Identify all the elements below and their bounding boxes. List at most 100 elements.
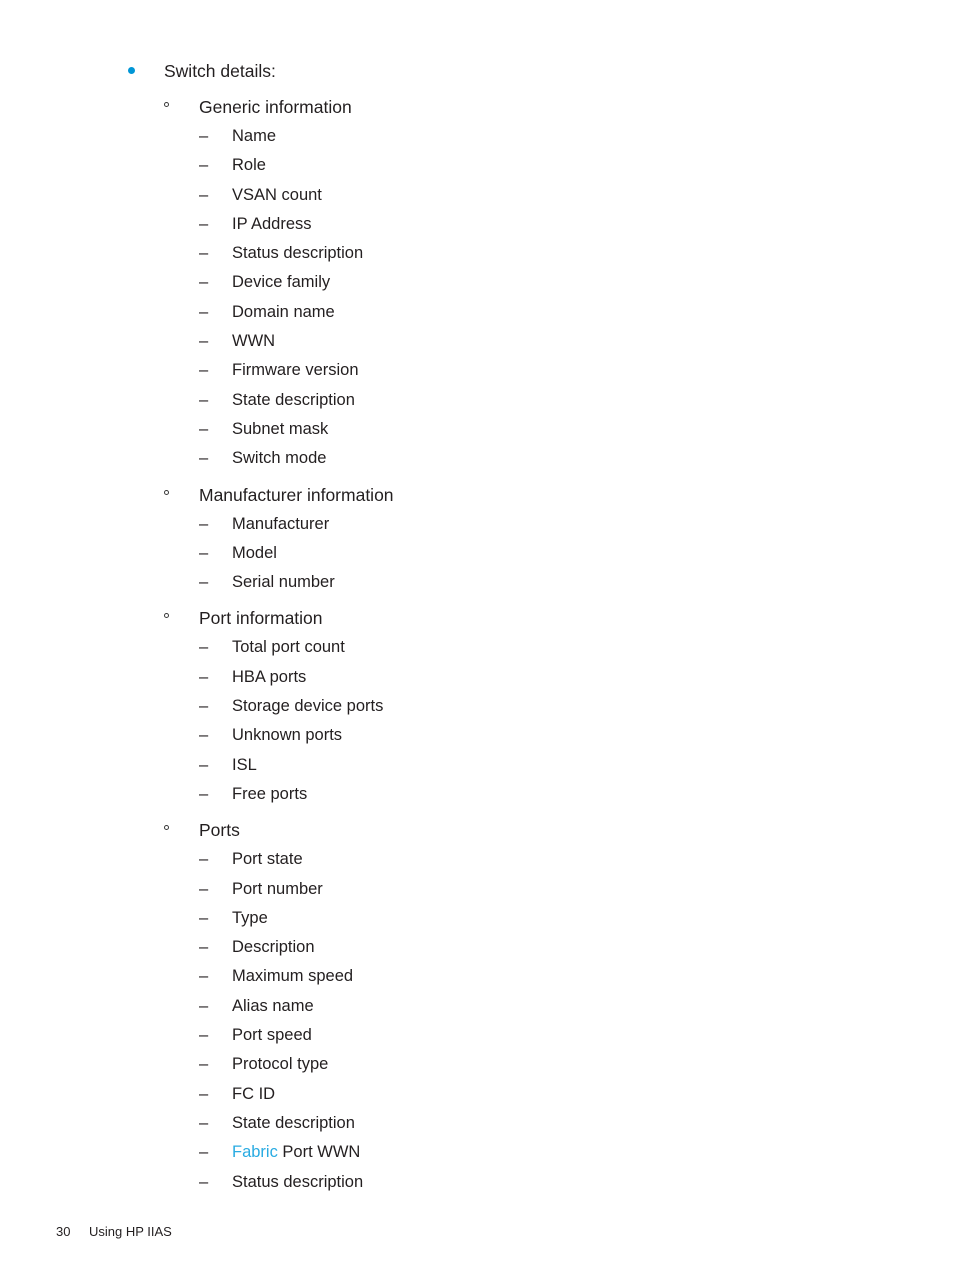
outline-list-item-label: Port number bbox=[232, 879, 323, 898]
outline-list-item-label: Maximum speed bbox=[232, 967, 354, 986]
outline-list-item: – Switch mode bbox=[0, 444, 954, 473]
outline-list-item-label: IP Address bbox=[232, 214, 312, 233]
outline-list-item: – ISL bbox=[0, 751, 954, 780]
outline-list-item-label: Subnet mask bbox=[232, 419, 329, 438]
outline-list-item-label: VSAN count bbox=[232, 185, 322, 204]
outline-list-item-label: Name bbox=[232, 127, 277, 145]
outline-list-item: – Port state bbox=[0, 845, 954, 874]
outline-section-heading-label: Ports bbox=[199, 820, 240, 841]
outline-list-item: – FC ID bbox=[0, 1080, 954, 1109]
outline-list-item-label: Port speed bbox=[232, 1026, 312, 1045]
outline-section-heading: Manufacturer information bbox=[0, 481, 954, 510]
outline-list-item-label: Serial number bbox=[232, 573, 335, 592]
outline-list-item-label: Domain name bbox=[232, 302, 335, 321]
outline-section-heading: Ports bbox=[0, 816, 954, 845]
en-dash-icon: – bbox=[199, 1026, 209, 1045]
en-dash-icon: – bbox=[199, 938, 209, 957]
outline-list-item-label: Free ports bbox=[232, 784, 308, 803]
en-dash-icon: – bbox=[199, 1172, 209, 1191]
outline-list-item: – Storage device ports bbox=[0, 692, 954, 721]
en-dash-icon: – bbox=[199, 419, 209, 438]
outline-list-item: – Model bbox=[0, 539, 954, 568]
outline-section-heading-label: Port information bbox=[199, 608, 323, 629]
en-dash-icon: – bbox=[199, 390, 209, 409]
page-footer: 30 Using HP IIAS bbox=[56, 1221, 172, 1243]
footer-chapter-title: Using HP IIAS bbox=[89, 1224, 172, 1239]
outline-list-item: – Serial number bbox=[0, 568, 954, 597]
outline-list-item: – Manufacturer bbox=[0, 510, 954, 539]
outline-list-item-label: Alias name bbox=[232, 996, 314, 1015]
outline-list-item: – HBA ports bbox=[0, 663, 954, 692]
en-dash-icon: – bbox=[199, 967, 209, 986]
en-dash-icon: – bbox=[199, 1143, 209, 1162]
outline-list-item-label: Type bbox=[232, 908, 268, 927]
outline-list-item-label-with-xref: Fabric Port WWN bbox=[232, 1138, 360, 1167]
outline-item-label: Switch details: bbox=[164, 61, 276, 81]
page-content: Switch details: Generic information – Name… bbox=[0, 0, 954, 1197]
outline-section-heading-label: Generic information bbox=[199, 97, 352, 117]
en-dash-icon: – bbox=[199, 214, 209, 233]
outline-list-item: – State description bbox=[0, 1109, 954, 1138]
en-dash-icon: – bbox=[199, 908, 209, 927]
footer-page-number: 30 bbox=[56, 1224, 71, 1239]
outline-item-switch-details: Switch details: bbox=[0, 56, 954, 86]
outline-list-item: – Subnet mask bbox=[0, 415, 954, 444]
outline-sections: Generic information – Name – Role – VSAN count… bbox=[0, 93, 954, 1197]
en-dash-icon: – bbox=[199, 1084, 209, 1103]
en-dash-icon: – bbox=[199, 273, 209, 292]
outline-list-item: – Role bbox=[0, 151, 954, 180]
outline-section-heading: Generic information bbox=[0, 93, 954, 122]
outline-section-heading-label: Manufacturer information bbox=[199, 484, 394, 505]
outline-list-item: – Device family bbox=[0, 268, 954, 297]
outline-list-item-label: Total port count bbox=[232, 638, 345, 657]
en-dash-icon: – bbox=[199, 244, 209, 263]
outline-list-item-label: HBA ports bbox=[232, 667, 307, 686]
en-dash-icon: – bbox=[199, 755, 209, 774]
cross-reference-link[interactable]: Fabric bbox=[232, 1143, 278, 1161]
outline-list-item: – Alias name bbox=[0, 992, 954, 1021]
en-dash-icon: – bbox=[199, 667, 209, 686]
outline-list-item-label: Storage device ports bbox=[232, 697, 384, 716]
outline-list-item: – Free ports bbox=[0, 780, 954, 809]
outline-list-item: – Fabric Port WWN bbox=[0, 1138, 954, 1167]
en-dash-icon: – bbox=[199, 850, 209, 869]
outline-list-item: – Unknown ports bbox=[0, 721, 954, 750]
outline-list-item: – Maximum speed bbox=[0, 962, 954, 991]
outline-list-item: – Port speed bbox=[0, 1021, 954, 1050]
outline-list-item-label: Role bbox=[232, 156, 266, 175]
outline-list-item-label-rest: Port WWN bbox=[277, 1143, 361, 1162]
outline-list-item: – Status description bbox=[0, 1168, 954, 1197]
outline-list-item-label: Model bbox=[232, 543, 277, 562]
outline-list-item-label: FC ID bbox=[232, 1084, 276, 1103]
en-dash-icon: – bbox=[199, 1113, 209, 1132]
document-page: Switch details: Generic information – Name… bbox=[0, 0, 954, 1271]
outline-list-item-label: Firmware version bbox=[232, 361, 359, 380]
outline-list-item-label: Manufacturer bbox=[232, 514, 330, 533]
en-dash-icon: – bbox=[199, 127, 209, 145]
outline-list-item-label: Switch mode bbox=[232, 449, 327, 468]
outline-list-item-label: Unknown ports bbox=[232, 726, 343, 745]
outline-list-item: – Description bbox=[0, 933, 954, 962]
en-dash-icon: – bbox=[199, 543, 209, 562]
outline-list-item-label: State description bbox=[232, 1113, 355, 1132]
outline-list-item: – WWN bbox=[0, 327, 954, 356]
outline-list-item-label: Port state bbox=[232, 850, 303, 869]
en-dash-icon: – bbox=[199, 573, 209, 592]
en-dash-icon: – bbox=[199, 449, 209, 468]
en-dash-icon: – bbox=[199, 638, 209, 657]
en-dash-icon: – bbox=[199, 514, 209, 533]
outline-list-item: – Port number bbox=[0, 875, 954, 904]
en-dash-icon: – bbox=[199, 697, 209, 716]
outline-list-item-label: WWN bbox=[232, 332, 276, 351]
outline-list-item-label: State description bbox=[232, 390, 355, 409]
en-dash-icon: – bbox=[199, 156, 209, 175]
outline-list-item: – Protocol type bbox=[0, 1050, 954, 1079]
en-dash-icon: – bbox=[199, 185, 209, 204]
outline-list-item: – State description bbox=[0, 386, 954, 415]
outline-list-item: – Domain name bbox=[0, 298, 954, 327]
en-dash-icon: – bbox=[199, 302, 209, 321]
outline-list-item: – Total port count bbox=[0, 633, 954, 662]
outline-list-item-label: Description bbox=[232, 938, 315, 957]
outline-list-item: – Firmware version bbox=[0, 356, 954, 385]
en-dash-icon: – bbox=[199, 726, 209, 745]
